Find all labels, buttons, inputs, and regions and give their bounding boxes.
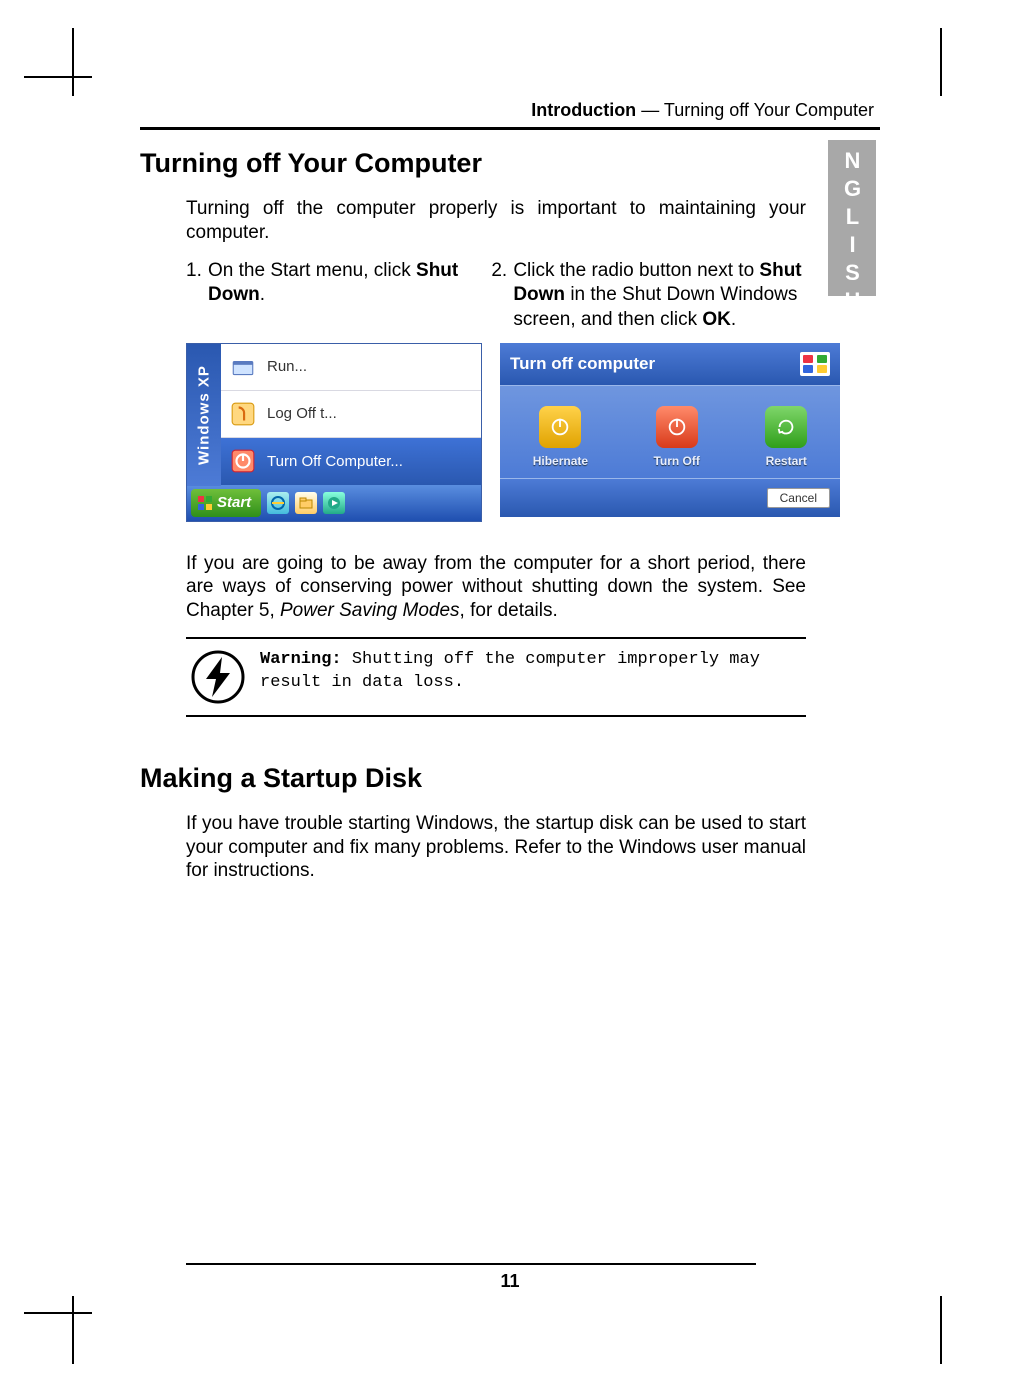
header-rule xyxy=(140,127,880,130)
screenshots-row: Windows XP Run... Log Off t... xyxy=(186,343,880,522)
start-button[interactable]: Start xyxy=(191,489,261,517)
taskbar-media-icon[interactable] xyxy=(323,492,345,514)
menu-item-run[interactable]: Run... xyxy=(221,344,481,391)
crop-mark xyxy=(72,28,74,96)
crop-mark xyxy=(940,1296,942,1364)
step-2: 2. Click the radio button next to Shut D… xyxy=(491,259,806,333)
taskbar: Start xyxy=(187,485,481,521)
after-paragraph: If you are going to be away from the com… xyxy=(186,552,806,623)
windows-xp-sidebar: Windows XP xyxy=(187,344,221,486)
warning-label: Warning: xyxy=(260,650,342,669)
option-hibernate[interactable]: Hibernate xyxy=(533,406,588,468)
crop-mark xyxy=(24,1312,92,1314)
windows-flag-icon xyxy=(800,352,830,376)
header-chapter: Introduction xyxy=(531,100,636,120)
run-icon xyxy=(229,353,257,381)
windows-flag-icon xyxy=(197,495,213,511)
startup-disk-paragraph: If you have trouble starting Windows, th… xyxy=(186,812,806,883)
step2-text-post: . xyxy=(731,309,736,330)
option-label-restart: Restart xyxy=(765,454,807,468)
menu-item-logoff[interactable]: Log Off t... xyxy=(221,391,481,438)
menu-label-run: Run... xyxy=(267,358,307,375)
after-text-ital: Power Saving Modes xyxy=(280,600,460,621)
step-1: 1. On the Start menu, click Shut Down. xyxy=(186,259,461,333)
turn-off-icon xyxy=(656,406,698,448)
page-number: 11 xyxy=(140,1271,880,1292)
logoff-icon xyxy=(229,400,257,428)
menu-item-turn-off[interactable]: Turn Off Computer... xyxy=(221,438,481,485)
taskbar-folder-icon[interactable] xyxy=(295,492,317,514)
warning-block: Warning: Shutting off the computer impro… xyxy=(186,639,806,715)
step2-text-pre: Click the radio button next to xyxy=(513,260,759,281)
steps-row: 1. On the Start menu, click Shut Down. 2… xyxy=(186,259,806,333)
restart-icon xyxy=(765,406,807,448)
menu-label-logoff: Log Off t... xyxy=(267,405,337,422)
dialog-footer: Cancel xyxy=(500,479,840,517)
option-label-hibernate: Hibernate xyxy=(533,454,588,468)
step2-text-bold2: OK xyxy=(702,309,731,330)
option-label-turn-off: Turn Off xyxy=(653,454,699,468)
power-icon xyxy=(229,447,257,475)
hibernate-icon xyxy=(539,406,581,448)
warning-text: Warning: Shutting off the computer impro… xyxy=(260,649,802,695)
step1-text-post: . xyxy=(260,284,265,305)
intro-paragraph: Turning off the computer properly is imp… xyxy=(186,197,806,245)
crop-mark xyxy=(940,28,942,96)
header-section: — Turning off Your Computer xyxy=(636,100,874,120)
option-restart[interactable]: Restart xyxy=(765,406,807,468)
step-number: 1. xyxy=(186,259,208,333)
crop-mark xyxy=(72,1296,74,1364)
menu-label-turn-off: Turn Off Computer... xyxy=(267,453,403,470)
cancel-button[interactable]: Cancel xyxy=(767,488,830,508)
dialog-body: Hibernate Turn Off Restart xyxy=(500,385,840,479)
screenshot-turn-off-dialog: Turn off computer Hibernate T xyxy=(500,343,840,517)
option-turn-off[interactable]: Turn Off xyxy=(653,406,699,468)
footer-rule xyxy=(186,1263,756,1265)
running-header: Introduction — Turning off Your Computer xyxy=(140,100,880,121)
start-label: Start xyxy=(217,494,251,511)
section-title-turning-off: Turning off Your Computer xyxy=(140,148,880,179)
taskbar-ie-icon[interactable] xyxy=(267,492,289,514)
dialog-title: Turn off computer xyxy=(510,354,655,374)
crop-mark xyxy=(24,76,92,78)
after-text-post: , for details. xyxy=(460,600,558,621)
page-content: Introduction — Turning off Your Computer… xyxy=(140,100,880,1292)
step-number: 2. xyxy=(491,259,513,333)
dialog-titlebar: Turn off computer xyxy=(500,343,840,385)
lightning-icon xyxy=(190,649,246,705)
step1-text-pre: On the Start menu, click xyxy=(208,260,416,281)
screenshot-start-menu: Windows XP Run... Log Off t... xyxy=(186,343,482,522)
section-title-startup-disk: Making a Startup Disk xyxy=(140,763,880,794)
